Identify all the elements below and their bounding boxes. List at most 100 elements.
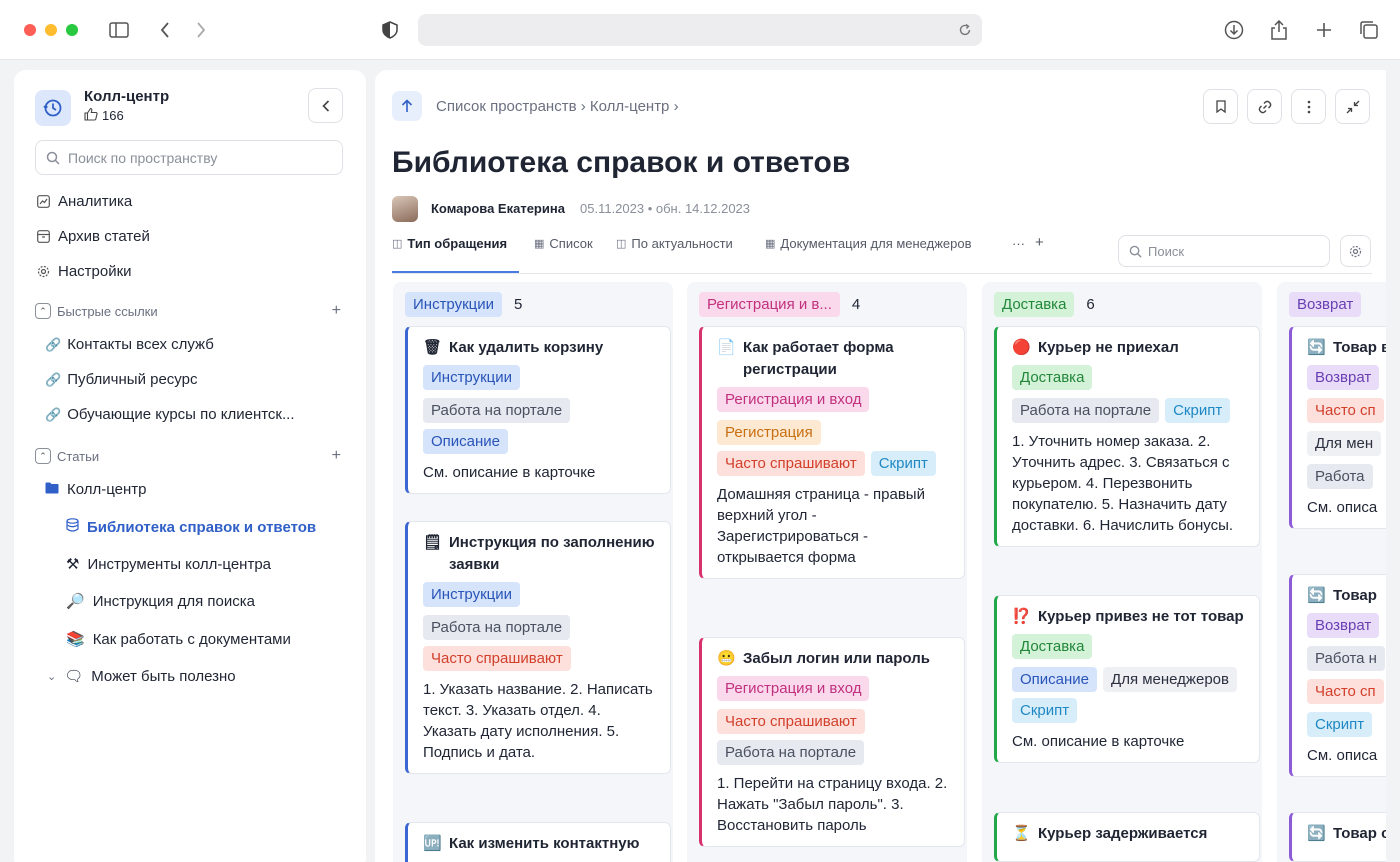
- zoom-window-button[interactable]: [66, 24, 78, 36]
- add-view-button[interactable]: +: [1035, 234, 1044, 251]
- tab-list[interactable]: ▦ Список: [534, 236, 593, 251]
- board-card[interactable]: 📄 Как работает форма регистрации Регистра…: [699, 326, 965, 579]
- tabs-overview-icon[interactable]: [1357, 18, 1381, 42]
- board-card[interactable]: 🆙 Как изменить контактную: [405, 822, 671, 862]
- column-header: Инструкции 5: [405, 292, 522, 317]
- quick-link-item[interactable]: 🔗 Публичный ресурс: [45, 371, 197, 388]
- breadcrumb[interactable]: Список пространств › Колл-центр ›: [436, 98, 679, 115]
- sidebar-toggle-icon[interactable]: [107, 18, 131, 42]
- chevron-up-icon[interactable]: ⌃: [35, 448, 51, 464]
- board-icon: ◫: [616, 238, 627, 250]
- sidebar-item-label: Настройки: [58, 262, 132, 280]
- copy-link-button[interactable]: [1247, 89, 1282, 124]
- board-column: Регистрация и в... 4 📄 Как работает форма…: [687, 282, 967, 862]
- search-icon: [46, 151, 60, 165]
- add-article-button[interactable]: +: [332, 447, 341, 465]
- quick-link-item[interactable]: 🔗 Обучающие курсы по клиентск...: [45, 406, 295, 423]
- board-card[interactable]: 🔄 Товар соотве: [1289, 812, 1386, 862]
- minimize-arrows-icon: [1346, 100, 1359, 113]
- board-card[interactable]: ⁉️ Курьер привез не тот товар Доставка Оп…: [994, 595, 1260, 763]
- more-options-button[interactable]: [1291, 89, 1326, 124]
- page-dates: 05.11.2023 • обн. 14.12.2023: [580, 201, 751, 216]
- board-card[interactable]: 🔴 Курьер не приехал Доставка Работа на по…: [994, 326, 1260, 547]
- download-icon[interactable]: [1222, 18, 1246, 42]
- tree-item-label: Инструкция для поиска: [92, 592, 255, 610]
- thumbs-up-icon: [84, 107, 98, 124]
- board-card[interactable]: ⏳ Курьер задерживается: [994, 812, 1260, 862]
- minimize-window-button[interactable]: [45, 24, 57, 36]
- board-settings-button[interactable]: [1340, 235, 1371, 267]
- space-likes[interactable]: 166: [84, 107, 124, 124]
- column-count: 4: [851, 296, 861, 313]
- chevron-left-icon: [321, 99, 329, 112]
- share-icon[interactable]: [1267, 18, 1291, 42]
- chevron-down-icon[interactable]: ⌄: [47, 670, 56, 683]
- sidebar-item-analytics[interactable]: Аналитика: [36, 190, 132, 212]
- chart-icon: [36, 194, 50, 208]
- close-window-button[interactable]: [24, 24, 36, 36]
- card-description: См. описание в карточке: [1012, 733, 1185, 750]
- board-column: Доставка 6 🔴 Курьер не приехал Доставка Р…: [982, 282, 1262, 862]
- articles-label: Статьи: [57, 448, 100, 464]
- board-card[interactable]: 😬 Забыл логин или пароль Регистрация и вх…: [699, 637, 965, 847]
- space-search-input[interactable]: Поиск по пространству: [35, 140, 343, 175]
- space-title: Колл-центр: [84, 88, 170, 105]
- back-icon[interactable]: [153, 18, 177, 42]
- board-card[interactable]: 🔄 Товар Возврат Работа н Часто сп Скрипт …: [1289, 574, 1386, 777]
- bookmark-button[interactable]: [1203, 89, 1238, 124]
- tree-item-useful[interactable]: ⌄ 🗨 Может быть полезно: [47, 667, 236, 686]
- sidebar: Колл-центр 166 Поиск по пространству Ана…: [14, 70, 366, 862]
- sidebar-item-settings[interactable]: Настройки: [36, 260, 132, 282]
- collapse-view-button[interactable]: [1335, 89, 1370, 124]
- search-icon: [1129, 245, 1142, 258]
- tag: Описание: [1012, 667, 1098, 692]
- quick-links-section[interactable]: ⌃ Быстрые ссылки +: [35, 301, 345, 321]
- quick-link-item[interactable]: 🔗 Контакты всех служб: [45, 336, 214, 353]
- card-description: Домашняя страница - правый верхний угол …: [717, 486, 925, 566]
- articles-section[interactable]: ⌃ Статьи +: [35, 446, 345, 466]
- tag: Инструкции: [423, 582, 521, 607]
- card-description: См. описа: [1307, 747, 1378, 764]
- board-card[interactable]: 🔄 Товар верну Возврат Часто сп Для мен Ра…: [1289, 326, 1386, 529]
- board-search-input[interactable]: Поиск: [1118, 235, 1330, 267]
- tab-manager-docs[interactable]: ▦ Документация для менеджеров: [765, 236, 972, 251]
- card-title: Товар верну: [1333, 339, 1386, 356]
- link-icon: 🔗: [45, 406, 62, 422]
- space-logo-icon[interactable]: [35, 90, 71, 126]
- tab-relevance[interactable]: ◫ По актуальности: [616, 236, 733, 251]
- tree-item-library[interactable]: Библиотека справок и ответов: [66, 518, 316, 536]
- author-name[interactable]: Комарова Екатерина: [431, 201, 565, 216]
- author-avatar[interactable]: [392, 196, 418, 222]
- tree-item-tools[interactable]: ⚒ Инструменты колл-центра: [66, 555, 271, 574]
- address-bar[interactable]: [418, 14, 982, 46]
- magnifier-icon: 🔎: [66, 593, 85, 610]
- sidebar-item-archive[interactable]: Архив статей: [36, 225, 150, 247]
- grimace-icon: 😬: [717, 650, 736, 667]
- tag: Часто сп: [1307, 398, 1384, 423]
- tag: Описание: [423, 429, 509, 454]
- collapse-sidebar-button[interactable]: [308, 88, 343, 123]
- notepad-icon: 🗒: [423, 534, 443, 551]
- board-card[interactable]: 🗑 Как удалить корзину Инструкции Работа н…: [405, 326, 671, 494]
- arrow-up-icon[interactable]: [392, 91, 422, 121]
- tab-request-type[interactable]: ◫ Тип обращения: [392, 236, 507, 251]
- tag: Скрипт: [1165, 398, 1231, 423]
- board-card[interactable]: 🗒 Инструкция по заполнению заявки Инструк…: [405, 521, 671, 774]
- tree-item-search-guide[interactable]: 🔎 Инструкция для поиска: [66, 592, 255, 611]
- tag: Доставка: [1012, 365, 1093, 390]
- add-link-button[interactable]: +: [332, 302, 341, 320]
- tree-item-call-center[interactable]: Колл-центр: [45, 481, 147, 498]
- new-tab-icon[interactable]: [1312, 18, 1336, 42]
- tag: Для мен: [1307, 431, 1382, 456]
- card-description: 1. Указать название. 2. Написать текст. …: [423, 681, 653, 761]
- more-tabs-button[interactable]: ···: [1012, 236, 1025, 251]
- page-title: Библиотека справок и ответов: [392, 146, 851, 179]
- tree-item-documents[interactable]: 📚 Как работать с документами: [66, 630, 291, 649]
- quick-link-label: Обучающие курсы по клиентск...: [67, 406, 295, 423]
- tag: Работа на портале: [423, 398, 571, 423]
- reload-icon[interactable]: [956, 21, 974, 39]
- quick-links-label: Быстрые ссылки: [57, 303, 158, 319]
- shield-icon[interactable]: [378, 18, 402, 42]
- chevron-up-icon[interactable]: ⌃: [35, 303, 51, 319]
- forward-icon[interactable]: [189, 18, 213, 42]
